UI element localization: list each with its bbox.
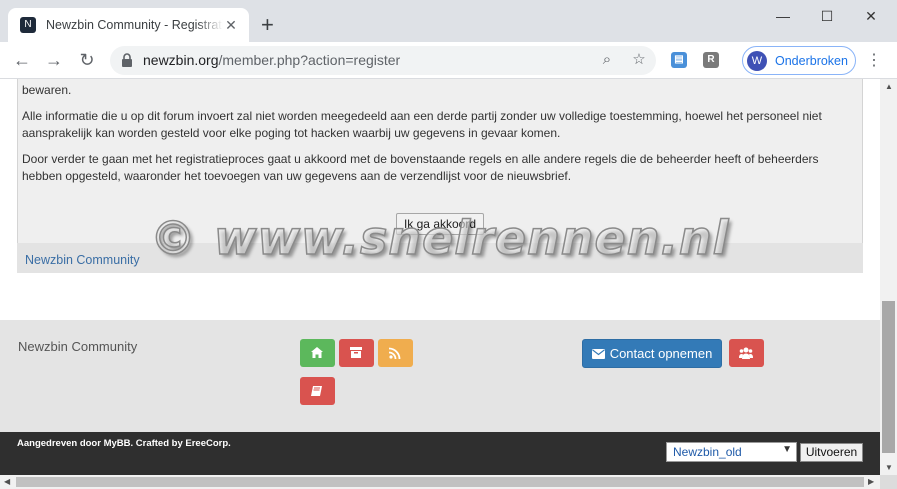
browser-toolbar: ← → ↻ newzbin.org/member.php?action=regi… <box>0 42 897 79</box>
url-path: /member.php?action=register <box>218 52 401 68</box>
url-host: newzbin.org <box>143 52 219 68</box>
book-icon <box>311 386 322 396</box>
extension-icon[interactable]: ▤ <box>671 52 687 68</box>
theme-select[interactable]: Newzbin_old ▼ <box>666 442 797 462</box>
forward-icon[interactable]: → <box>43 49 65 71</box>
tab-strip: N Newzbin Community - Registratie ✕ + — … <box>0 0 897 42</box>
tab-title: Newzbin Community - Registratie <box>46 18 223 32</box>
contact-label: Contact opnemen <box>609 346 713 361</box>
scroll-right-icon[interactable]: ▶ <box>868 477 874 486</box>
new-tab-icon[interactable]: + <box>261 14 274 36</box>
copyright-bar: Aangedreven door MyBB. Crafted by EreeCo… <box>0 432 880 475</box>
book-button[interactable] <box>300 377 335 405</box>
footer-title: Newzbin Community <box>18 339 138 354</box>
footer: Newzbin Community Contact opnemen <box>0 320 880 432</box>
powered-by-text: Aangedreven door MyBB. Crafted by EreeCo… <box>17 438 231 449</box>
browser-tab[interactable]: N Newzbin Community - Registratie ✕ <box>8 8 249 42</box>
breadcrumb-link[interactable]: Newzbin Community <box>25 253 140 267</box>
horizontal-scrollbar[interactable]: ◀ ▶ <box>0 475 880 489</box>
vertical-scroll-thumb[interactable] <box>882 301 895 453</box>
avatar: W <box>747 50 767 71</box>
dropdown-arrow-icon: ▼ <box>782 444 792 455</box>
close-window-icon[interactable]: ✕ <box>861 6 881 26</box>
rss-button[interactable] <box>378 339 413 367</box>
contact-button[interactable]: Contact opnemen <box>582 339 722 368</box>
extension-r-icon[interactable]: R <box>703 52 719 68</box>
address-bar[interactable]: newzbin.org/member.php?action=register ⌕… <box>110 46 656 75</box>
archive-button[interactable] <box>339 339 374 367</box>
go-button[interactable]: Uitvoeren <box>800 443 863 462</box>
lock-icon <box>122 53 132 67</box>
home-icon <box>311 347 323 358</box>
favicon-icon: N <box>20 17 36 33</box>
rules-paragraph: Door verder te gaan met het registratiep… <box>22 152 819 183</box>
profile-button[interactable]: W Onderbroken <box>742 46 856 75</box>
maximize-icon[interactable]: ☐ <box>817 6 837 26</box>
rules-paragraph: bewaren. <box>22 83 72 97</box>
home-button[interactable] <box>300 339 335 367</box>
page-viewport: bewaren. Alle informatie die u op dit fo… <box>0 79 880 475</box>
theme-selected-value: Newzbin_old <box>673 445 742 459</box>
reload-icon[interactable]: ↻ <box>76 49 98 71</box>
scroll-up-icon[interactable]: ▲ <box>885 82 893 91</box>
watermark-text: © www.snelrennen.nl <box>149 210 730 266</box>
close-tab-icon[interactable]: ✕ <box>223 17 239 33</box>
minimize-icon[interactable]: — <box>773 6 793 26</box>
horizontal-scroll-thumb[interactable] <box>16 477 864 487</box>
rss-icon <box>389 347 401 359</box>
members-button[interactable] <box>729 339 764 367</box>
archive-icon <box>350 347 362 358</box>
url-text[interactable]: newzbin.org/member.php?action=register <box>143 52 400 68</box>
rules-paragraph: Alle informatie die u op dit forum invoe… <box>22 109 822 140</box>
users-icon <box>739 347 753 359</box>
envelope-icon <box>591 348 605 359</box>
bookmark-star-icon[interactable]: ☆ <box>630 51 648 69</box>
scroll-left-icon[interactable]: ◀ <box>4 477 10 486</box>
profile-status-label: Onderbroken <box>775 53 848 68</box>
scrollbar-corner <box>880 475 897 489</box>
scroll-down-icon[interactable]: ▼ <box>885 463 893 472</box>
search-icon[interactable]: ⌕ <box>598 51 616 69</box>
vertical-scrollbar[interactable]: ▲ ▼ <box>880 79 897 475</box>
browser-menu-icon[interactable]: ⋮ <box>866 51 882 71</box>
back-icon[interactable]: ← <box>11 49 33 71</box>
